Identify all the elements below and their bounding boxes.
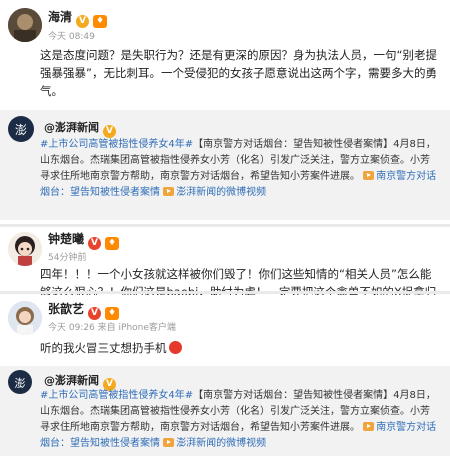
avatar-haiqing-icon xyxy=(8,8,42,42)
topic-tag[interactable]: #上市公司高管被指性侵养女4年# xyxy=(40,390,193,401)
weibo-video-link[interactable]: 澎湃新闻的微博视频 xyxy=(163,438,266,449)
quoted-text: #上市公司高管被指性侵养女4年#【南京警方对话烟台：望告知被性侵者案情】4月8日… xyxy=(40,388,438,452)
weibo-video-link-text[interactable]: 澎湃新闻的微博视频 xyxy=(176,438,266,449)
source-name-text[interactable]: @澎湃新闻 xyxy=(44,374,99,387)
video-icon xyxy=(163,187,175,196)
verified-icon: V xyxy=(88,237,102,250)
quote-bracket: 【南京警方对话烟台：望告知被性侵者案情】 xyxy=(193,139,394,150)
post-time: 今天 09:26 来自 iPhone客户端 xyxy=(48,323,176,333)
username[interactable]: 钟楚曦 V ♦ xyxy=(48,230,120,250)
topic-tag[interactable]: #上市公司高管被指性侵养女4年# xyxy=(40,139,193,150)
quoted-text: #上市公司高管被指性侵养女4年#【南京警方对话烟台：望告知被性侵者案情】4月8日… xyxy=(40,137,438,201)
video-icon xyxy=(363,422,375,431)
svg-text:澎: 澎 xyxy=(15,123,27,137)
quote-bracket: 【南京警方对话烟台：望告知被性侵者案情】 xyxy=(193,390,394,401)
video-icon xyxy=(163,438,175,447)
avatar-pengpai-icon: 澎 xyxy=(8,116,34,142)
verified-icon: V xyxy=(88,307,102,320)
weibo-post-2: 钟楚曦 V ♦ 54分钟前 四年！！！一个小女孩就这样被你们毁了！你们这些知情的“相… xyxy=(0,228,450,317)
post-time: 54分钟前 xyxy=(48,253,87,263)
username-text[interactable]: 钟楚曦 xyxy=(48,232,84,246)
quoted-post-1[interactable]: 澎 @澎湃新闻 V #上市公司高管被指性侵养女4年#【南京警方对话烟台：望告知被性… xyxy=(0,110,450,220)
source-avatar[interactable]: 澎 xyxy=(8,116,34,142)
weibo-video-link-text[interactable]: 澎湃新闻的微博视频 xyxy=(176,187,266,198)
svg-text:澎: 澎 xyxy=(15,377,26,390)
post-body: 这是态度问题？是失职行为？还是有更深的原因？身为执法人员，一句“别老提强暴强暴”… xyxy=(40,48,437,98)
vip-icon: ♦ xyxy=(105,237,120,250)
post-body-text: 听的我火冒三丈想扔手机 xyxy=(40,341,167,355)
angry-emoji-icon xyxy=(168,341,182,354)
user-avatar[interactable] xyxy=(8,8,42,42)
verified-icon: V xyxy=(76,15,90,28)
weibo-video-link[interactable]: 澎湃新闻的微博视频 xyxy=(163,187,266,198)
username[interactable]: 海清 V ♦ xyxy=(48,8,108,28)
avatar-zhongchuxi-icon xyxy=(8,232,42,266)
post-body: 听的我火冒三丈想扔手机 xyxy=(40,339,438,357)
username-text[interactable]: 张歆艺 xyxy=(48,302,84,316)
source-name[interactable]: @澎湃新闻 V xyxy=(44,119,116,138)
divider xyxy=(0,224,450,227)
user-avatar[interactable] xyxy=(8,232,42,266)
vip-icon: ♦ xyxy=(105,307,120,320)
divider xyxy=(0,291,450,294)
source-avatar[interactable]: 澎 xyxy=(8,370,32,394)
vip-icon: ♦ xyxy=(93,15,108,28)
username-text[interactable]: 海清 xyxy=(48,10,72,24)
user-avatar[interactable] xyxy=(8,301,42,335)
avatar-zhangxinyi-icon xyxy=(8,301,42,335)
post-time: 今天 08:49 xyxy=(48,32,95,42)
video-icon xyxy=(363,171,375,180)
source-name-text[interactable]: @澎湃新闻 xyxy=(44,121,99,134)
weibo-post-3: 张歆艺 V ♦ 今天 09:26 来自 iPhone客户端 听的我火冒三丈想扔手机 xyxy=(0,295,450,365)
avatar-pengpai-icon: 澎 xyxy=(8,370,32,394)
quoted-post-2[interactable]: 澎 @澎湃新闻 V #上市公司高管被指性侵养女4年#【南京警方对话烟台：望告知被性… xyxy=(0,366,450,456)
username[interactable]: 张歆艺 V ♦ xyxy=(48,300,120,320)
